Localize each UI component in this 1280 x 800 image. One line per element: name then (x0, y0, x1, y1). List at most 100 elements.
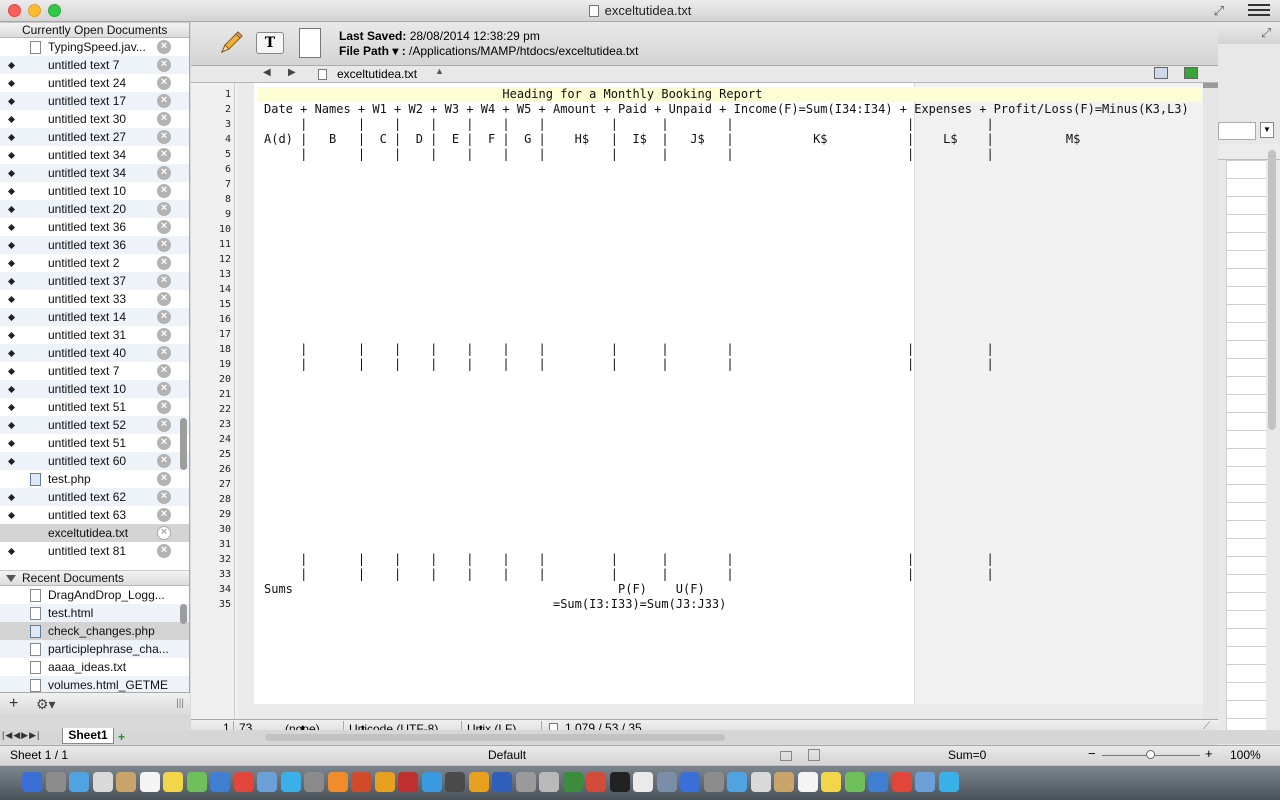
dock-app-icon[interactable] (163, 772, 183, 792)
dock-app-icon[interactable] (868, 772, 888, 792)
text-line[interactable]: Date + Names + W1 + W2 + W3 + W4 + W5 + … (264, 102, 1189, 117)
open-document-item[interactable]: untitled text 34 × (0, 146, 189, 164)
sheet-tab[interactable]: Sheet1 (62, 728, 114, 744)
open-document-item[interactable]: untitled text 60 × (0, 452, 189, 470)
text-line[interactable]: A(d) | B | C | D | E | F | G | H$ | I$ |… (264, 132, 1189, 147)
dock-app-icon[interactable] (92, 772, 113, 792)
close-document-icon[interactable]: × (157, 40, 171, 54)
text-line[interactable]: | | | | | | | | | | | | (264, 342, 1189, 357)
close-document-icon[interactable]: × (157, 238, 171, 252)
dock-app-icon[interactable] (45, 772, 66, 792)
open-document-item[interactable]: untitled text 10 × (0, 380, 189, 398)
recent-document-item[interactable]: DragAndDrop_Logg... (0, 586, 189, 604)
close-document-icon[interactable]: × (157, 544, 171, 558)
close-document-icon[interactable]: × (157, 94, 171, 108)
close-document-icon[interactable]: × (157, 202, 171, 216)
dock-app-icon[interactable] (186, 772, 207, 792)
dock-app-icon[interactable] (304, 772, 324, 792)
text-line[interactable]: Heading for a Monthly Booking Report (264, 87, 1189, 102)
text-options-button[interactable]: T (256, 32, 284, 54)
fullscreen-icon[interactable]: ⤢ (1261, 25, 1271, 41)
open-document-item[interactable]: untitled text 14 × (0, 308, 189, 326)
text-line[interactable] (264, 207, 1189, 222)
text-line[interactable] (264, 297, 1189, 312)
open-document-item[interactable]: untitled text 36 × (0, 236, 189, 254)
dock-app-icon[interactable] (492, 772, 512, 792)
open-document-item[interactable]: untitled text 7 × (0, 56, 189, 74)
dock-app-icon[interactable] (116, 772, 136, 792)
close-document-icon[interactable]: × (157, 490, 171, 504)
open-document-item[interactable]: TypingSpeed.jav... × (0, 38, 189, 56)
close-document-icon[interactable]: × (157, 76, 171, 90)
formula-input[interactable] (1218, 122, 1256, 140)
chevron-down-icon[interactable]: ▼ (1260, 122, 1274, 138)
close-document-icon[interactable]: × (157, 436, 171, 450)
document-info-icon[interactable] (299, 28, 321, 58)
dock-app-icon[interactable] (468, 772, 489, 792)
zoom-slider[interactable] (1146, 750, 1155, 759)
text-line[interactable] (264, 447, 1189, 462)
close-document-icon[interactable]: × (157, 400, 171, 414)
text-line[interactable]: =Sum(I3:I33)=Sum(J3:J33) (264, 597, 1189, 612)
open-document-item[interactable]: untitled text 51 × (0, 434, 189, 452)
dock-app-icon[interactable] (797, 772, 818, 792)
close-document-icon[interactable]: × (157, 274, 171, 288)
dock-app-icon[interactable] (703, 772, 724, 792)
selection-mode-icon[interactable] (780, 751, 792, 761)
dock-app-icon[interactable] (139, 772, 160, 792)
recent-documents-header[interactable]: Recent Documents (0, 570, 189, 586)
disclosure-triangle-icon[interactable] (6, 575, 16, 582)
close-document-icon[interactable]: × (157, 130, 171, 144)
open-document-item[interactable]: untitled text 52 × (0, 416, 189, 434)
dock-app-icon[interactable] (398, 772, 418, 792)
text-line[interactable] (264, 222, 1189, 237)
dock-app-icon[interactable] (727, 772, 747, 792)
text-line[interactable] (264, 177, 1189, 192)
open-document-item[interactable]: exceltutidea.txt × (0, 524, 189, 542)
forward-arrow-icon[interactable]: ▶ (288, 67, 296, 78)
text-line[interactable] (264, 162, 1189, 177)
file-path[interactable]: File Path ▾ : /Applications/MAMP/htdocs/… (339, 44, 639, 58)
close-document-icon[interactable]: × (157, 292, 171, 306)
close-document-icon[interactable]: × (157, 328, 171, 342)
text-line[interactable] (264, 462, 1189, 477)
back-arrow-icon[interactable]: ◀ (263, 67, 271, 78)
dock-app-icon[interactable] (656, 772, 677, 792)
dock-app-icon[interactable] (539, 772, 559, 792)
text-line[interactable]: | | | | | | | | | | | | (264, 357, 1189, 372)
dock-app-icon[interactable] (257, 772, 277, 792)
spreadsheet-scrollbar[interactable] (1268, 150, 1276, 430)
gear-icon[interactable]: ⚙▾ (36, 696, 56, 713)
open-document-item[interactable]: untitled text 40 × (0, 344, 189, 362)
text-line[interactable] (264, 387, 1189, 402)
open-document-item[interactable]: untitled text 51 × (0, 398, 189, 416)
dock-app-icon[interactable] (515, 772, 536, 792)
text-line[interactable] (264, 402, 1189, 417)
open-document-item[interactable]: untitled text 20 × (0, 200, 189, 218)
dock-app-icon[interactable] (844, 772, 865, 792)
list-menu-icon[interactable] (1248, 1, 1270, 19)
text-line[interactable] (264, 282, 1189, 297)
dock-app-icon[interactable] (938, 772, 959, 792)
recent-docs-scrollbar[interactable] (180, 604, 187, 624)
open-document-item[interactable]: untitled text 30 × (0, 110, 189, 128)
open-document-item[interactable]: untitled text 36 × (0, 218, 189, 236)
dock-app-icon[interactable] (374, 772, 395, 792)
open-document-item[interactable]: untitled text 24 × (0, 74, 189, 92)
updown-arrows-icon[interactable]: ▲ (435, 66, 444, 76)
pencil-icon[interactable] (218, 30, 244, 56)
close-document-icon[interactable]: × (157, 508, 171, 522)
dock-app-icon[interactable] (22, 772, 42, 792)
text-line[interactable] (264, 537, 1189, 552)
text-line[interactable]: | | | | | | | | | | | | (264, 117, 1189, 132)
dock-app-icon[interactable] (891, 772, 912, 792)
close-document-icon[interactable]: × (157, 526, 171, 540)
open-docs-scrollbar[interactable] (180, 418, 187, 470)
sheet-nav-arrows[interactable]: |◀◀▶▶| (2, 730, 40, 741)
open-document-item[interactable]: untitled text 37 × (0, 272, 189, 290)
dock-app-icon[interactable] (233, 772, 254, 792)
text-line[interactable] (264, 267, 1189, 282)
text-line[interactable] (264, 372, 1189, 387)
open-document-item[interactable]: untitled text 34 × (0, 164, 189, 182)
dock-app-icon[interactable] (445, 772, 465, 792)
